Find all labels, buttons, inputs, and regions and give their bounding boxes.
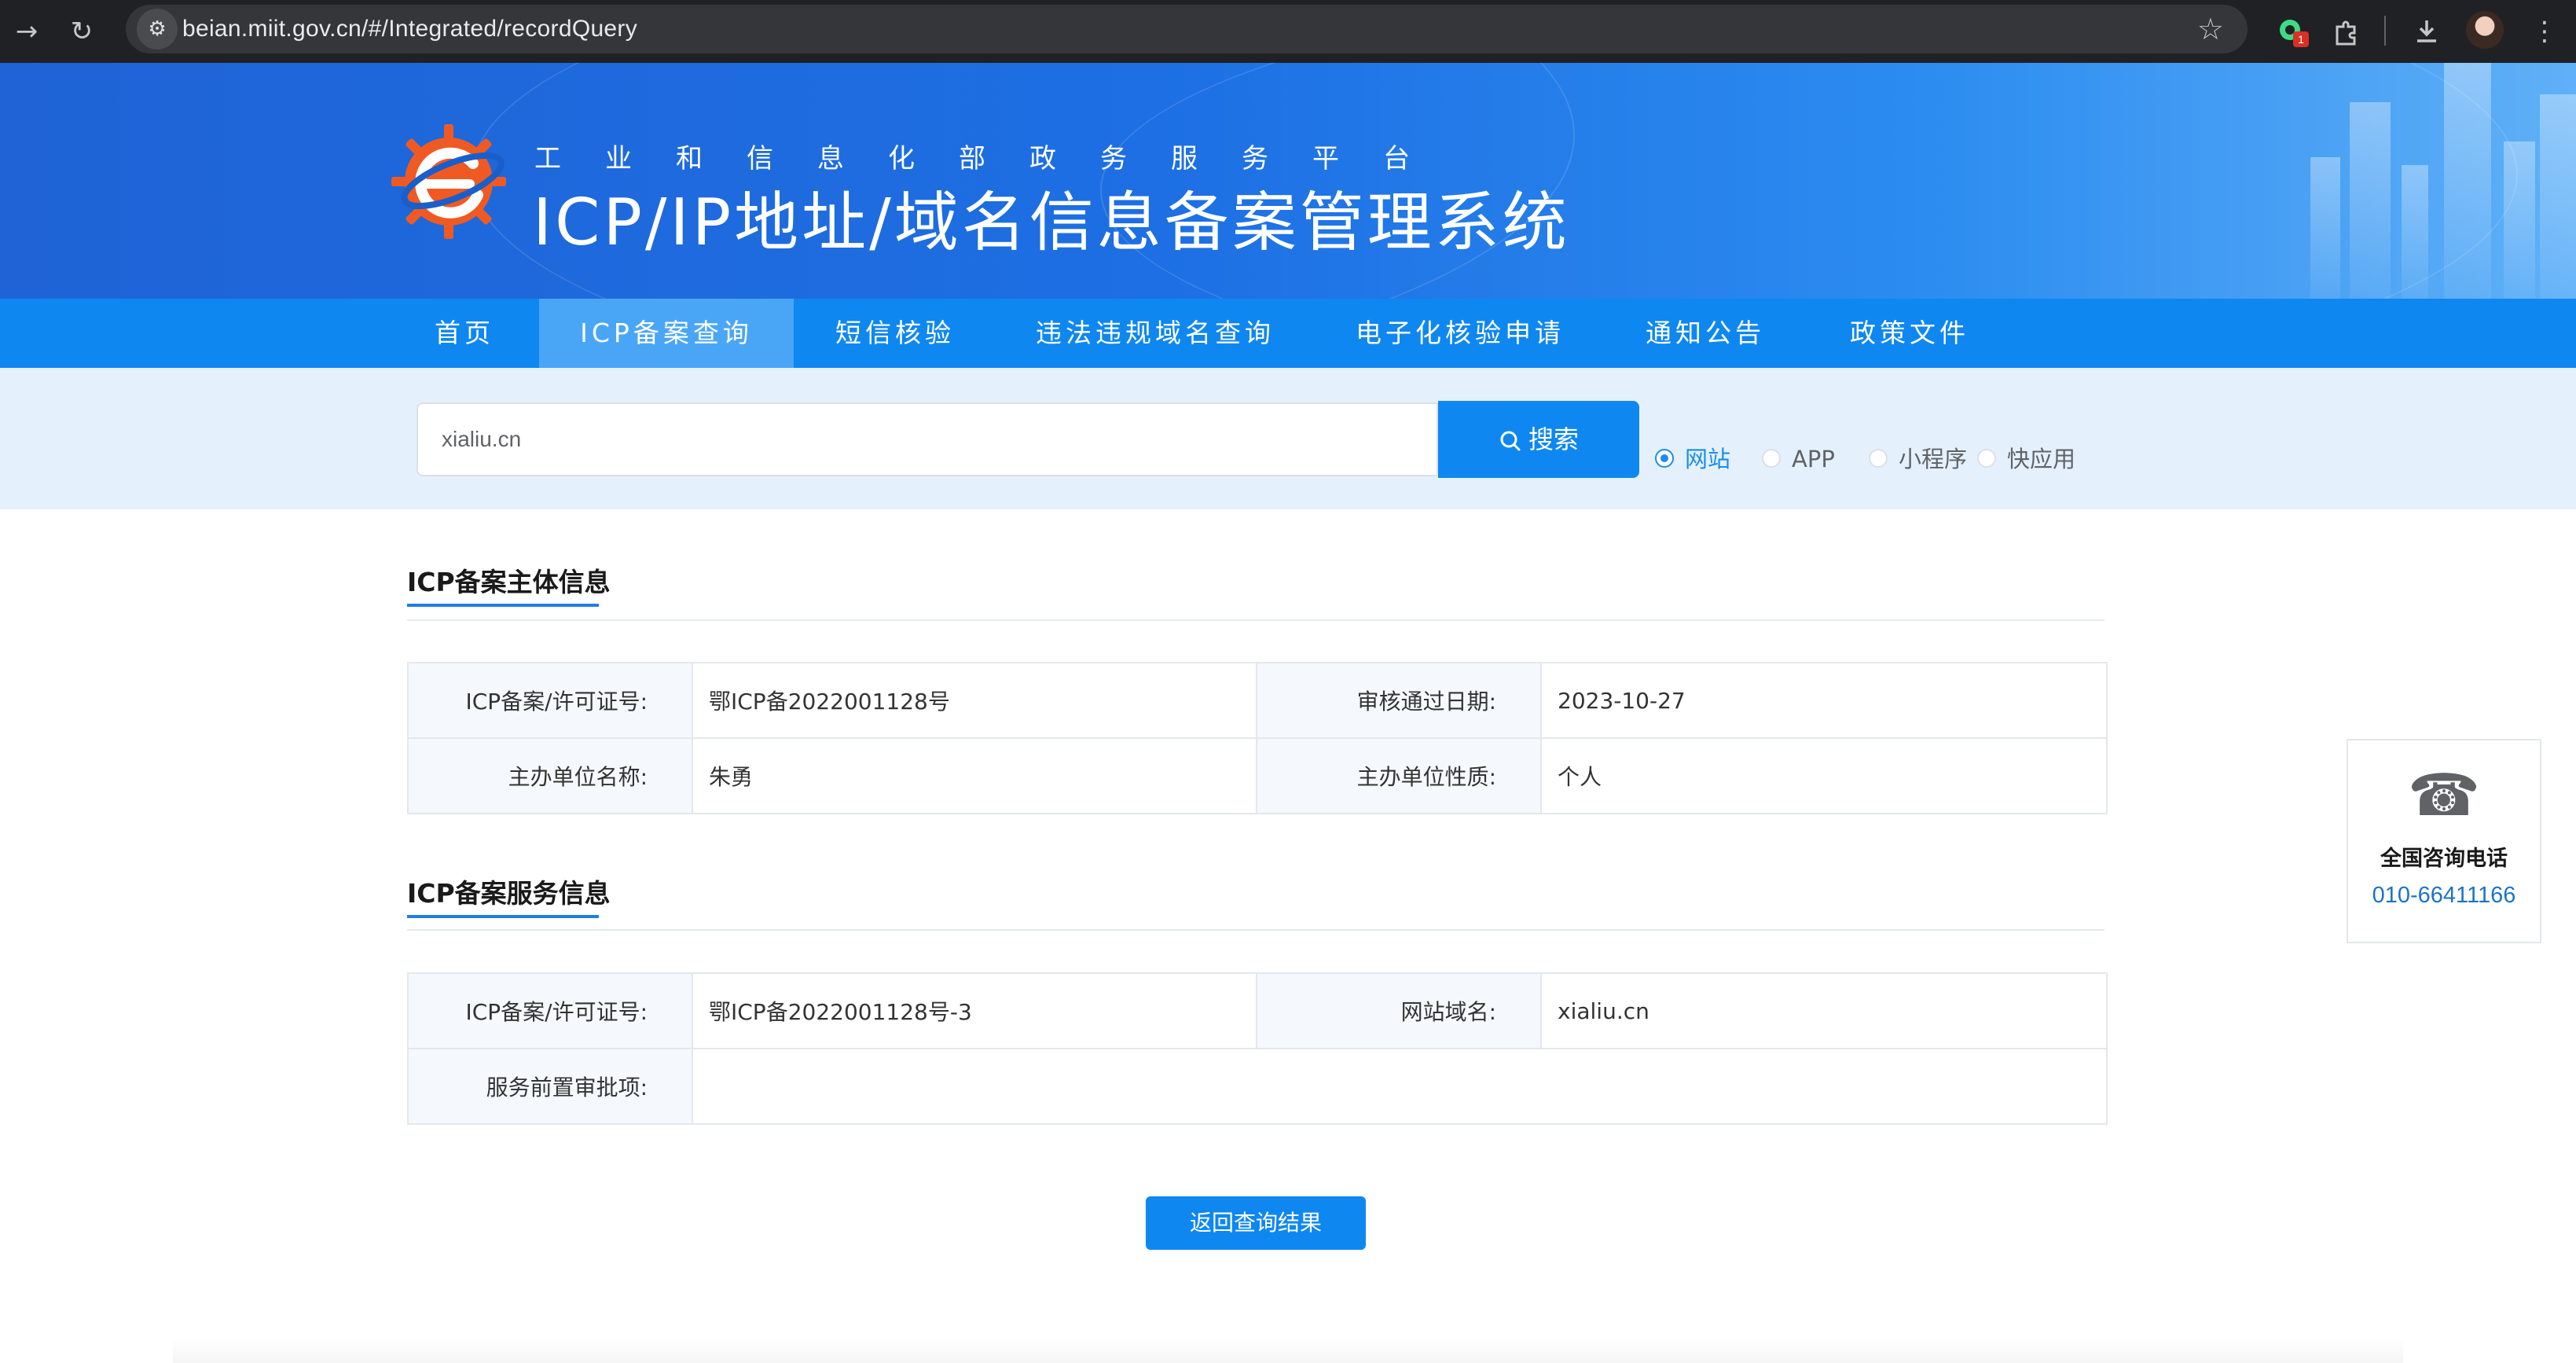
radio-quick-app[interactable]: 快应用 [1977,439,2075,479]
back-to-results-button[interactable]: 返回查询结果 [1146,1196,1366,1250]
section-underline [407,604,599,607]
cell-label: 主办单位性质: [1256,737,1542,814]
search-button-label: 搜索 [1528,424,1579,454]
toolbar-divider [2384,16,2386,46]
radio-label: 网站 [1685,446,1731,472]
cell-value: 2023-10-27 [1540,662,2108,739]
cell-label: 服务前置审批项: [407,1048,693,1125]
section-underline [407,915,599,918]
radio-dot[interactable] [1655,449,1674,468]
search-icon [1500,431,1521,451]
cell-label: 网站域名: [1256,972,1542,1049]
table-row: 主办单位名称: 朱勇 主办单位性质: 个人 [407,737,2108,814]
telephone-icon: ☎ [2407,762,2481,829]
hotline-widget: ☎ 全国咨询电话 010-66411166 [2347,739,2541,943]
cell-value: 朱勇 [692,737,1257,814]
menu-kebab-icon[interactable]: ⋮ [2523,9,2567,53]
cell-label: ICP备案/许可证号: [407,972,693,1049]
radio-dot[interactable] [1762,449,1781,468]
cell-label: ICP备案/许可证号: [407,662,693,739]
banner-building [2310,157,2340,299]
radio-mini-program[interactable]: 小程序 [1869,439,1967,479]
nav-illegal-domain[interactable]: 违法违规域名查询 [1022,299,1289,368]
nav-home[interactable]: 首页 [415,299,514,368]
forward-icon[interactable]: → [6,11,47,52]
search-input[interactable]: xialiu.cn [416,402,1438,476]
site-banner: 工业和信息化部政务服务平台 ICP/IP地址/域名信息备案管理系统 [0,63,2576,299]
main-nav: 首页 ICP备案查询 短信核验 违法违规域名查询 电子化核验申请 通知公告 政策… [0,299,2576,368]
section-title-text: ICP备案主体信息 [407,567,611,597]
download-icon[interactable] [2405,9,2449,53]
banner-building [2350,102,2391,299]
radio-label: APP [1792,446,1835,472]
radio-website[interactable]: 网站 [1655,439,1730,479]
cell-value: 鄂ICP备2022001128号 [692,662,1257,739]
banner-building [2444,63,2491,299]
footer-edge [173,1336,2403,1363]
hotline-number[interactable]: 010-66411166 [2348,883,2540,909]
search-button[interactable]: 搜索 [1438,401,1639,478]
url-text[interactable]: beian.miit.gov.cn/#/Integrated/recordQue… [182,5,637,53]
cell-value: 个人 [1540,737,2108,814]
table-row: 服务前置审批项: [407,1048,2108,1125]
subject-info-table: ICP备案/许可证号: 鄂ICP备2022001128号 审核通过日期: 202… [407,662,2108,814]
section-divider [407,929,2104,931]
search-input-value[interactable]: xialiu.cn [442,404,521,475]
service-info-title: ICP备案服务信息 [407,873,611,918]
bookmark-star-icon[interactable]: ☆ [2197,11,2224,47]
address-bar[interactable]: ⚙ beian.miit.gov.cn/#/Integrated/recordQ… [126,5,2248,53]
cell-label: 主办单位名称: [407,737,693,814]
banner-building [2540,94,2576,299]
radio-label: 小程序 [1899,446,1968,472]
browser-toolbar: → ↻ ⚙ beian.miit.gov.cn/#/Integrated/rec… [0,0,2576,63]
cell-value [692,1048,2108,1125]
site-settings-icon[interactable]: ⚙ [137,9,178,50]
nav-e-verify[interactable]: 电子化核验申请 [1342,299,1578,368]
extension-badge: 1 [2293,31,2309,47]
banner-building [2402,165,2428,299]
subject-info-title: ICP备案主体信息 [407,561,611,607]
nav-sms-verify[interactable]: 短信核验 [817,299,973,368]
banner-title: ICP/IP地址/域名信息备案管理系统 [533,186,1570,260]
section-divider [407,619,2104,621]
cell-value: 鄂ICP备2022001128号-3 [692,972,1257,1049]
radio-label: 快应用 [2007,446,2076,472]
radio-dot[interactable] [1977,449,1996,468]
nav-icp-query[interactable]: ICP备案查询 [539,299,794,368]
table-row: ICP备案/许可证号: 鄂ICP备2022001128号 审核通过日期: 202… [407,662,2108,739]
table-row: ICP备案/许可证号: 鄂ICP备2022001128号-3 网站域名: xia… [407,972,2108,1049]
extension-icon[interactable]: 1 [2270,9,2314,53]
cell-value: xialiu.cn [1540,972,2108,1049]
service-info-table: ICP备案/许可证号: 鄂ICP备2022001128号-3 网站域名: xia… [407,972,2108,1125]
reload-icon[interactable]: ↻ [61,11,102,52]
nav-notices[interactable]: 通知公告 [1635,299,1776,368]
banner-building [2504,141,2535,299]
hotline-label: 全国咨询电话 [2380,847,2508,871]
section-title-text: ICP备案服务信息 [407,878,611,909]
nav-policies[interactable]: 政策文件 [1839,299,1980,368]
radio-app[interactable]: APP [1762,439,1835,479]
radio-dot[interactable] [1869,449,1888,468]
avatar[interactable] [2466,11,2504,49]
miit-logo [391,124,506,239]
puzzle-icon[interactable] [2325,9,2369,53]
cell-label: 审核通过日期: [1256,662,1542,739]
